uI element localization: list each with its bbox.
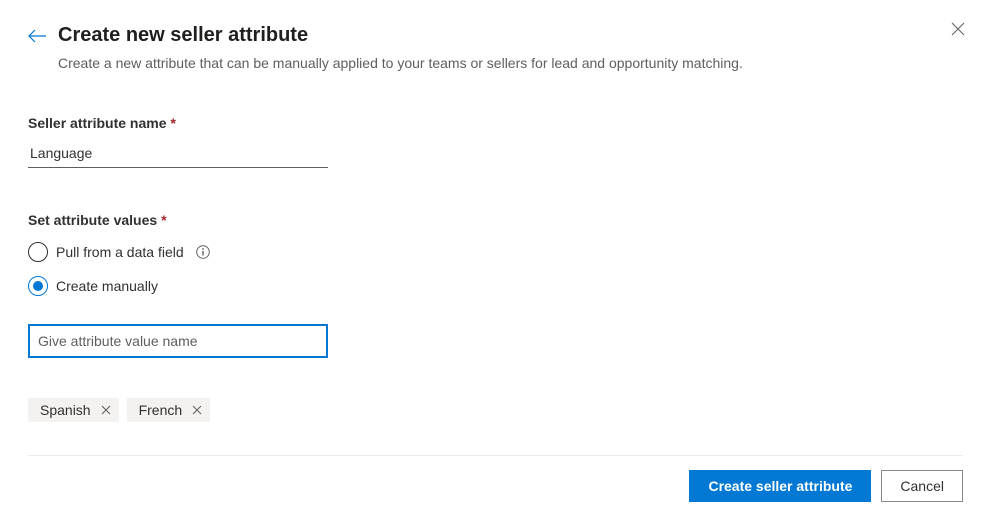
info-icon[interactable] [196,245,210,259]
required-indicator: * [171,115,176,131]
chip-item: Spanish [28,398,119,422]
cancel-button[interactable]: Cancel [881,470,963,502]
attribute-value-input[interactable] [28,324,328,358]
required-indicator: * [161,212,166,228]
attribute-name-label: Seller attribute name* [28,115,963,131]
close-icon[interactable] [951,22,965,39]
back-arrow-icon[interactable] [28,29,46,46]
chip-item: French [127,398,211,422]
page-subtitle: Create a new attribute that can be manua… [58,55,963,71]
radio-pull-from-field[interactable] [28,242,48,262]
footer-divider [28,455,963,456]
chip-label: Spanish [40,402,91,418]
footer-actions: Create seller attribute Cancel [689,470,963,502]
radio-create-manually[interactable] [28,276,48,296]
attribute-value-chips: Spanish French [28,398,963,422]
create-button[interactable]: Create seller attribute [689,470,871,502]
create-attribute-panel: Create new seller attribute Create a new… [0,0,991,422]
attribute-values-radio-group: Pull from a data field Create manually [28,242,963,296]
chip-remove-icon[interactable] [101,405,111,415]
attribute-name-label-text: Seller attribute name [28,115,167,131]
page-title: Create new seller attribute [58,24,308,47]
chip-remove-icon[interactable] [192,405,202,415]
attribute-values-label-text: Set attribute values [28,212,157,228]
chip-label: French [139,402,183,418]
attribute-name-input[interactable] [28,139,328,168]
radio-manual-label: Create manually [56,278,158,294]
radio-pull-label: Pull from a data field [56,244,184,260]
attribute-values-label: Set attribute values* [28,212,963,228]
